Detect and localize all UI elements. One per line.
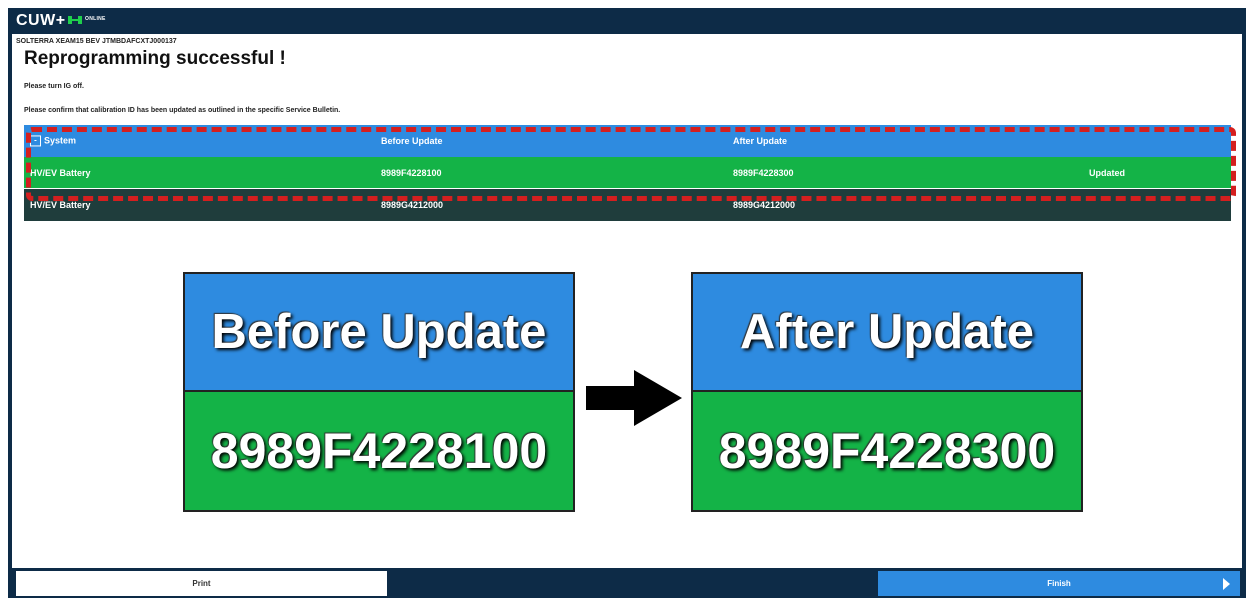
confirmation-message: Please confirm that calibration ID has b… — [24, 107, 341, 114]
footer-bar: Print Finish — [8, 568, 1246, 598]
app-title: CUW+ — [16, 12, 66, 29]
before-update-title: Before Update — [211, 305, 547, 359]
before-update-card: Before Update 8989F4228100 — [183, 272, 575, 512]
status-text: ONLINE — [85, 16, 106, 22]
connection-status-icon — [68, 16, 82, 24]
row-after-id: 8989G4212000 — [733, 200, 796, 210]
main-content: SOLTERRA XEAM15 BEV JTMBDAFCXTJ000137 Re… — [12, 34, 1242, 568]
finish-label: Finish — [1047, 579, 1071, 588]
chevron-right-icon — [1223, 578, 1230, 590]
row-before-id: 8989G4212000 — [381, 200, 444, 210]
arrow-right-icon — [586, 370, 682, 426]
instruction-message: Please turn IG off. — [24, 83, 84, 90]
app-window: CUW+ ONLINE SOLTERRA XEAM15 BEV JTMBDAFC… — [8, 8, 1246, 598]
after-update-card: After Update 8989F4228300 — [691, 272, 1083, 512]
header-bar: CUW+ ONLINE — [8, 8, 1246, 34]
after-update-code: 8989F4228300 — [718, 423, 1056, 479]
before-update-code: 8989F4228100 — [210, 423, 548, 479]
row-system: HV/EV Battery — [30, 200, 91, 210]
vehicle-info: SOLTERRA XEAM15 BEV JTMBDAFCXTJ000137 — [16, 38, 177, 45]
finish-button[interactable]: Finish — [878, 571, 1240, 596]
after-update-title: After Update — [739, 305, 1035, 359]
print-button[interactable]: Print — [16, 571, 387, 596]
page-title: Reprogramming successful ! — [24, 48, 286, 69]
highlight-box — [26, 127, 1236, 201]
